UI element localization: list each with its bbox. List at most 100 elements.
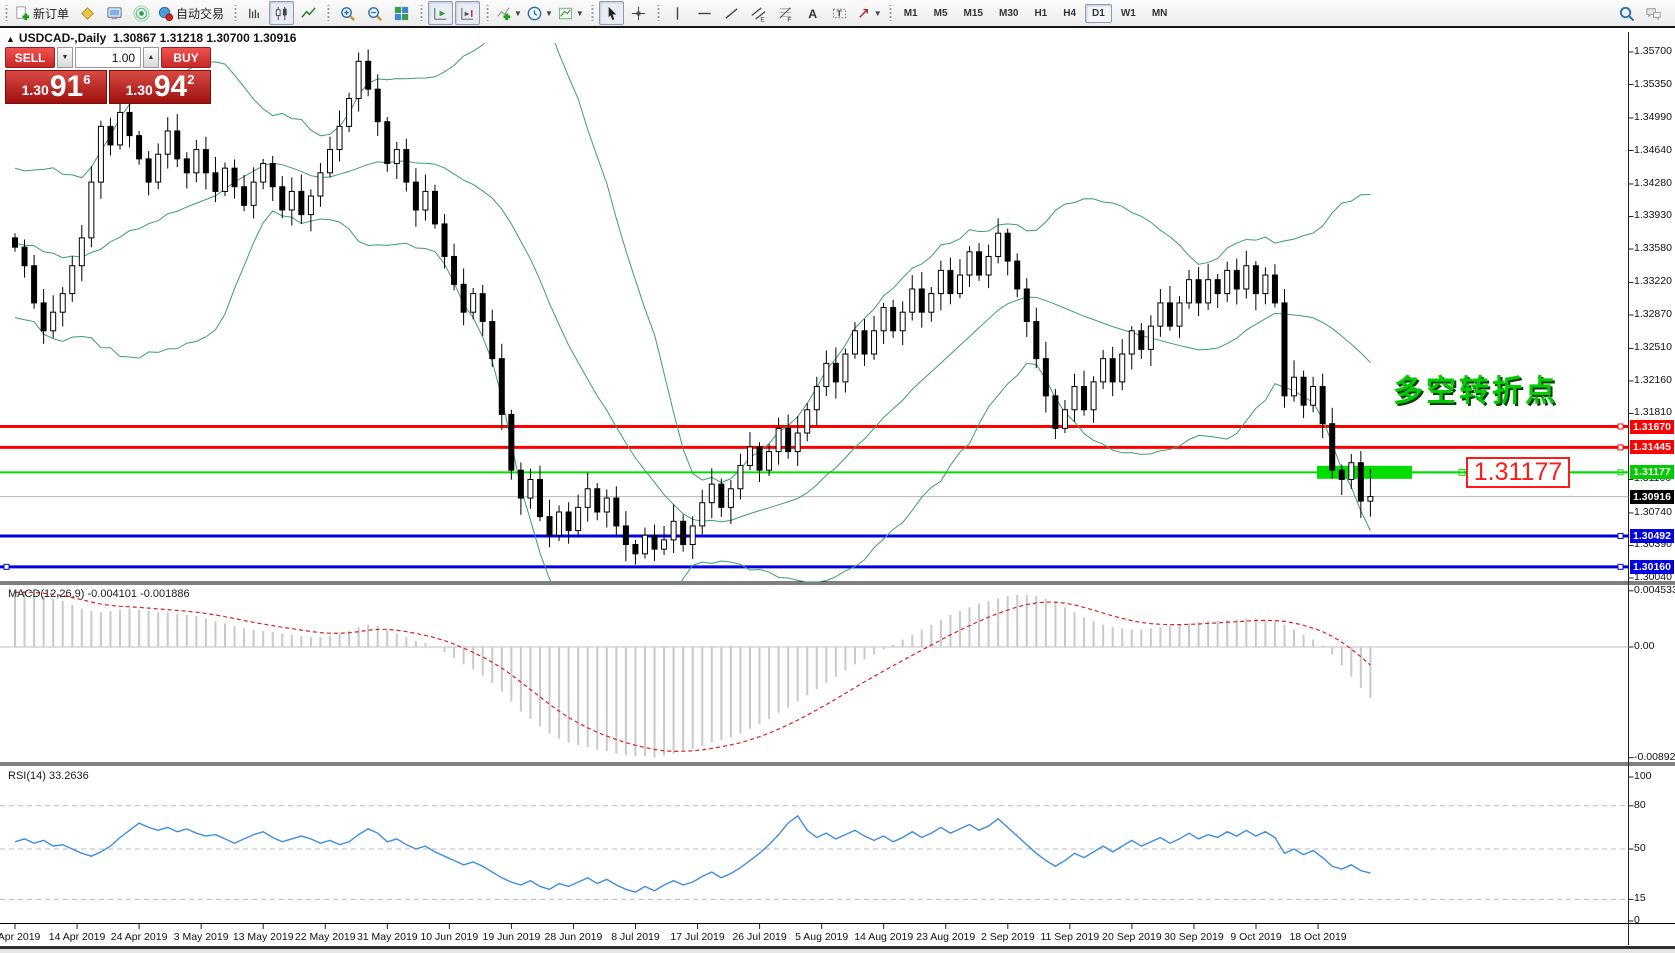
text-button[interactable]: A xyxy=(800,1,825,25)
timeframe-m5-button[interactable]: M5 xyxy=(927,4,955,23)
macd-indicator xyxy=(0,591,1629,757)
buy-button[interactable]: BUY xyxy=(161,47,211,68)
chart-canvas[interactable] xyxy=(0,28,1675,953)
tile-windows-button[interactable] xyxy=(389,1,414,25)
bar-chart-button[interactable] xyxy=(242,1,267,25)
cursor-icon xyxy=(603,5,620,22)
templates-button[interactable]: ▼ xyxy=(556,1,585,25)
axis-tick-label: 80 xyxy=(1634,799,1646,812)
text-label-icon: T xyxy=(831,5,848,22)
axis-tick-label: 1.30740 xyxy=(1634,506,1672,519)
rsi-indicator-label: RSI(14) 33.2636 xyxy=(8,770,89,782)
axis-tick-label: 1.33580 xyxy=(1634,242,1672,255)
axis-tick-label: 1.33220 xyxy=(1634,275,1672,288)
buy-price-big-digits: 94 xyxy=(154,73,187,101)
chart-shift-button[interactable] xyxy=(455,1,480,25)
arrows-button[interactable]: ▼ xyxy=(854,1,883,25)
trendline-icon xyxy=(723,5,740,22)
indicators-button[interactable]: ▼ xyxy=(494,1,523,25)
search-button[interactable] xyxy=(1614,1,1639,25)
status-bar-edge xyxy=(0,946,1675,953)
fibonacci-button[interactable]: F xyxy=(773,1,798,25)
price-badge: 1.31445 xyxy=(1630,440,1674,454)
community-button[interactable] xyxy=(1641,1,1666,25)
price-badge: 1.31670 xyxy=(1630,420,1674,434)
volume-decrease-button[interactable]: ▼ xyxy=(57,47,73,68)
autotrading-button[interactable]: 自动交易 xyxy=(156,1,228,25)
date-axis-label: 22 May 2019 xyxy=(295,931,356,943)
auto-scroll-button[interactable] xyxy=(428,1,453,25)
volume-increase-button[interactable]: ▲ xyxy=(143,47,159,68)
collapse-panel-icon[interactable]: ▲ xyxy=(6,34,15,44)
signals-icon xyxy=(133,5,150,22)
buy-price-display[interactable]: 1.30942 xyxy=(109,70,211,104)
toolbar-group-grip xyxy=(485,5,490,21)
sell-price-pip-digit: 6 xyxy=(83,72,90,87)
toolbar-group-grip xyxy=(656,5,661,21)
cursor-button[interactable] xyxy=(599,1,624,25)
chevron-down-icon: ▼ xyxy=(514,9,522,18)
candlestick-chart-button[interactable] xyxy=(269,1,294,25)
periods-button[interactable]: ▼ xyxy=(525,1,554,25)
timeframe-h4-button[interactable]: H4 xyxy=(1056,4,1083,23)
date-axis-label: 20 Sep 2019 xyxy=(1102,931,1162,943)
timeframe-d1-button[interactable]: D1 xyxy=(1085,4,1112,23)
search-icon xyxy=(1618,5,1635,22)
price-level-callout[interactable]: 1.31177 xyxy=(1466,457,1570,488)
metaeditor-button[interactable] xyxy=(75,1,100,25)
market-watch-button[interactable] xyxy=(102,1,127,25)
date-axis-label: 10 Jun 2019 xyxy=(420,931,478,943)
sell-price-big-digits: 91 xyxy=(50,73,83,101)
zoom-out-button[interactable] xyxy=(362,1,387,25)
timeframe-m15-button[interactable]: M15 xyxy=(957,4,990,23)
templates-icon xyxy=(557,5,574,22)
date-axis-label: 18 Oct 2019 xyxy=(1289,931,1346,943)
zoom-in-button[interactable] xyxy=(335,1,360,25)
timeframe-mn-button[interactable]: MN xyxy=(1145,4,1175,23)
timeframe-w1-button[interactable]: W1 xyxy=(1114,4,1143,23)
text-label-button[interactable]: T xyxy=(827,1,852,25)
date-axis-label: 2 Sep 2019 xyxy=(981,931,1035,943)
timeframe-h1-button[interactable]: H1 xyxy=(1027,4,1054,23)
sell-price-display[interactable]: 1.30916 xyxy=(5,70,107,104)
horizontal-line-icon xyxy=(696,5,713,22)
axis-tick-label: 1.34280 xyxy=(1634,177,1672,190)
trendline-button[interactable] xyxy=(719,1,744,25)
metaeditor-icon xyxy=(79,5,96,22)
axis-tick-label: 1.34990 xyxy=(1634,111,1672,124)
date-axis-label: 28 Jun 2019 xyxy=(545,931,603,943)
text-icon: A xyxy=(804,5,821,22)
axis-tick-label: 15 xyxy=(1634,892,1646,905)
line-anchor-handle xyxy=(1618,424,1623,429)
svg-text:E: E xyxy=(760,16,765,21)
timeframe-m30-button[interactable]: M30 xyxy=(992,4,1025,23)
fibonacci-icon: F xyxy=(777,5,794,22)
equidistant-channel-button[interactable]: E xyxy=(746,1,771,25)
price-badge: 1.30916 xyxy=(1630,490,1674,504)
rsi-indicator xyxy=(0,806,1629,900)
date-axis-label: 23 Aug 2019 xyxy=(916,931,975,943)
axis-tick-label: 1.34640 xyxy=(1634,144,1672,157)
tile-windows-icon xyxy=(393,5,410,22)
new-order-icon xyxy=(14,5,31,22)
timeframe-m1-button[interactable]: M1 xyxy=(897,4,925,23)
chart-annotation-text[interactable]: 多空转折点 xyxy=(1393,366,1558,410)
candlesticks xyxy=(13,49,1373,564)
macd-indicator-label: MACD(12,26,9) -0.004101 -0.001886 xyxy=(8,588,190,600)
date-axis-label: 5 Aug 2019 xyxy=(795,931,848,943)
vertical-line-button[interactable] xyxy=(665,1,690,25)
horizontal-line-button[interactable] xyxy=(692,1,717,25)
new-order-button[interactable]: 新订单 xyxy=(13,1,73,25)
sell-button[interactable]: SELL xyxy=(5,47,55,68)
auto-scroll-icon xyxy=(432,5,449,22)
signals-button[interactable] xyxy=(129,1,154,25)
volume-input[interactable]: 1.00 xyxy=(75,47,141,68)
line-anchor-handle xyxy=(1618,533,1623,538)
axis-tick-label: 1.33930 xyxy=(1634,209,1672,222)
svg-text:A: A xyxy=(808,6,817,20)
line-chart-icon xyxy=(300,5,317,22)
crosshair-button[interactable] xyxy=(626,1,651,25)
bar-chart-icon xyxy=(246,5,263,22)
toolbar-group-grip xyxy=(326,5,331,21)
line-chart-button[interactable] xyxy=(296,1,321,25)
